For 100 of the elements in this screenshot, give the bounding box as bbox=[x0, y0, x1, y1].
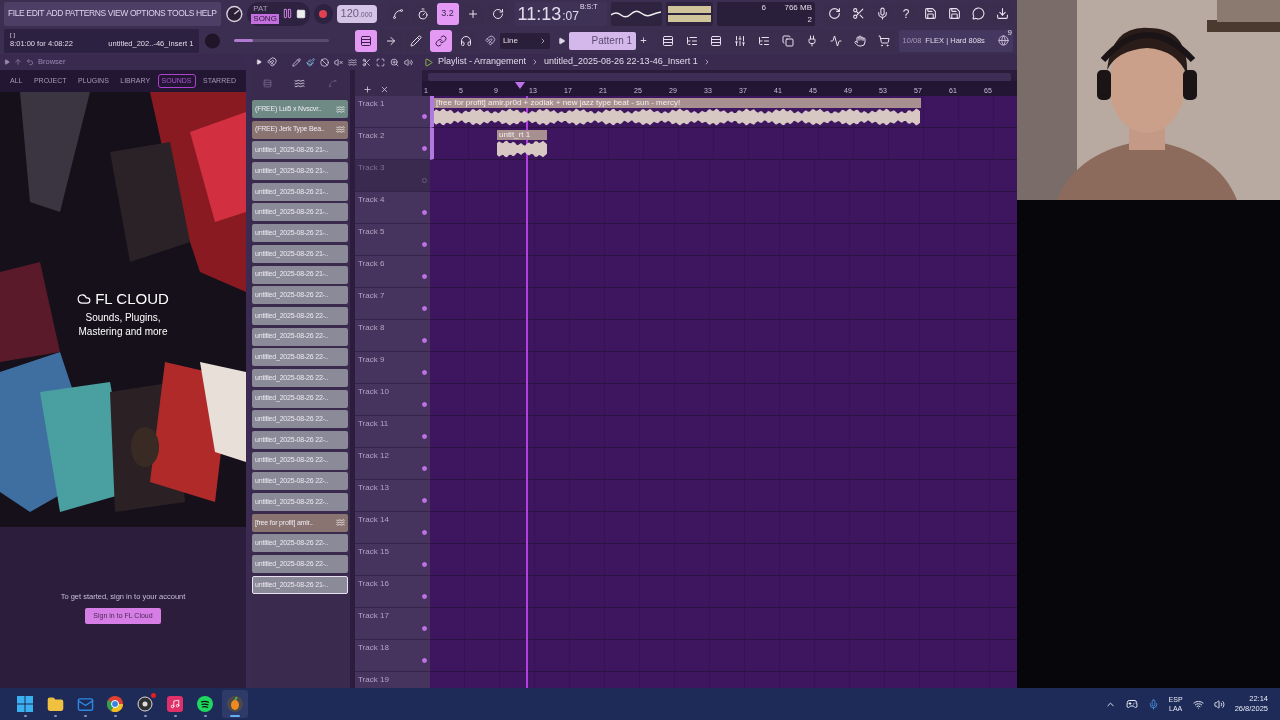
track-toggle-icon[interactable] bbox=[422, 210, 427, 215]
fruit-icon bbox=[227, 696, 243, 712]
pitch-slider-fill[interactable] bbox=[234, 39, 254, 42]
close-icon[interactable] bbox=[380, 85, 389, 94]
folder-icon bbox=[46, 695, 64, 713]
track-header[interactable]: Track 18 bbox=[355, 640, 430, 672]
scissors-icon bbox=[851, 7, 865, 20]
mode-toggle[interactable]: SONG bbox=[251, 13, 279, 24]
track-toggle-icon[interactable] bbox=[422, 370, 427, 375]
track-header[interactable]: Track 13 bbox=[355, 480, 430, 512]
track-header[interactable]: Track 15 bbox=[355, 544, 430, 576]
timer-icon bbox=[416, 7, 429, 20]
network-icon[interactable] bbox=[1192, 698, 1204, 710]
audio-clip[interactable]: [free for profit] amir.pr0d + zodiak + new jazz type beat - sun - mercy! bbox=[434, 98, 921, 126]
sliders-icon bbox=[733, 34, 746, 47]
audio-filter-icon[interactable] bbox=[294, 77, 306, 89]
mail-icon bbox=[76, 695, 94, 713]
track-header[interactable]: Track 12 bbox=[355, 448, 430, 480]
track-toggle-icon[interactable] bbox=[422, 466, 427, 471]
track-header[interactable]: Track 6 bbox=[355, 256, 430, 288]
track-header[interactable]: Track 11 bbox=[355, 416, 430, 448]
globe-icon bbox=[998, 35, 1009, 46]
track-header[interactable]: Track 10 bbox=[355, 384, 430, 416]
chat-icon bbox=[971, 7, 985, 20]
track-toggle-icon[interactable] bbox=[422, 594, 427, 599]
hand-icon bbox=[853, 34, 866, 47]
cart-icon bbox=[877, 34, 890, 47]
taskbar-app[interactable] bbox=[222, 690, 248, 718]
tool-button[interactable]: 3.2 bbox=[436, 2, 459, 25]
magnet-icon[interactable] bbox=[485, 35, 496, 46]
track-header[interactable]: Track 14 bbox=[355, 512, 430, 544]
track-header[interactable]: Track 16 bbox=[355, 576, 430, 608]
track-toggle-icon[interactable] bbox=[422, 338, 427, 343]
magnet-icon[interactable] bbox=[267, 57, 277, 67]
track-toggle-icon[interactable] bbox=[422, 626, 427, 631]
promo-tagline: Mastering and more bbox=[78, 324, 168, 339]
arrow-right-icon bbox=[385, 34, 398, 47]
menu-item[interactable]: VIEW bbox=[107, 7, 128, 20]
track-header[interactable]: Track 8 bbox=[355, 320, 430, 352]
mode-button[interactable] bbox=[355, 29, 378, 52]
plug-icon bbox=[805, 34, 818, 47]
pause-icon[interactable] bbox=[281, 8, 293, 19]
track-toggle-icon[interactable] bbox=[422, 658, 427, 663]
volume-icon[interactable] bbox=[1213, 698, 1225, 710]
add-pattern-button[interactable]: + bbox=[640, 32, 647, 49]
track-toggle-icon[interactable] bbox=[422, 434, 427, 439]
track-toggle-icon[interactable] bbox=[422, 146, 427, 151]
undo-icon[interactable] bbox=[26, 58, 34, 66]
waveform-icon bbox=[336, 518, 345, 528]
microphone-icon bbox=[875, 7, 889, 20]
pencil-icon[interactable] bbox=[292, 57, 301, 67]
track-header[interactable]: Track 5 bbox=[355, 224, 430, 256]
track-toggle-icon[interactable] bbox=[422, 242, 427, 247]
promo-brand: FL CLOUD bbox=[95, 289, 169, 309]
knob-icon[interactable] bbox=[224, 3, 244, 24]
menu-item[interactable]: EDIT bbox=[26, 7, 45, 20]
pattern-selector[interactable]: Pattern 1 bbox=[569, 31, 637, 50]
track-header[interactable]: Track 17 bbox=[355, 608, 430, 640]
save-icon bbox=[947, 7, 961, 20]
add-track-icon[interactable] bbox=[363, 85, 372, 94]
stop-icon[interactable] bbox=[295, 8, 306, 19]
menu-item[interactable]: OPTIONS bbox=[129, 7, 166, 20]
zoom-icon[interactable] bbox=[390, 57, 399, 67]
track-header[interactable]: Track 19 bbox=[355, 672, 430, 688]
record-button[interactable] bbox=[313, 3, 333, 24]
audio-clip[interactable]: untit_rt 1 bbox=[497, 130, 547, 158]
scissors-icon[interactable] bbox=[362, 57, 371, 67]
track-toggle-icon[interactable] bbox=[422, 530, 427, 535]
track-toggle-icon[interactable] bbox=[422, 274, 427, 279]
play-icon[interactable] bbox=[4, 59, 10, 65]
menu-item[interactable]: HELP bbox=[196, 7, 217, 20]
headphones-icon bbox=[460, 34, 473, 47]
gamepad-icon[interactable] bbox=[1125, 698, 1138, 710]
track-header[interactable]: Track 7 bbox=[355, 288, 430, 320]
menu-item[interactable]: TOOLS bbox=[167, 7, 195, 20]
ban-icon[interactable] bbox=[320, 57, 329, 67]
track-header[interactable]: Track 2 bbox=[355, 128, 430, 160]
news-count: 9 bbox=[1007, 27, 1012, 37]
track-toggle-icon[interactable] bbox=[422, 562, 427, 567]
track-toggle-icon[interactable] bbox=[422, 402, 427, 407]
track-header[interactable]: Track 9 bbox=[355, 352, 430, 384]
track-toggle-icon[interactable] bbox=[422, 306, 427, 311]
windows-icon bbox=[17, 696, 33, 712]
curve-icon bbox=[391, 7, 404, 20]
mode-toggle[interactable]: PAT bbox=[251, 3, 279, 14]
track-toggle-icon[interactable] bbox=[422, 114, 427, 119]
track-toggle-icon[interactable] bbox=[422, 498, 427, 503]
browser-icon bbox=[107, 696, 123, 712]
cloud-logo-icon bbox=[77, 292, 92, 307]
overview-scrollbar[interactable] bbox=[428, 73, 1011, 81]
brush-icon[interactable] bbox=[306, 57, 315, 67]
mode-button[interactable] bbox=[430, 29, 453, 52]
snap-dropdown[interactable]: Line bbox=[499, 32, 550, 49]
track-header[interactable]: Track 4 bbox=[355, 192, 430, 224]
mute-icon[interactable] bbox=[334, 57, 343, 67]
menu-item[interactable]: ADD bbox=[46, 7, 63, 20]
microphone-icon[interactable] bbox=[1147, 698, 1159, 710]
track-header[interactable]: Track 1 bbox=[355, 96, 430, 128]
menu-item[interactable]: PATTERNS bbox=[64, 7, 106, 20]
menu-item[interactable]: FILE bbox=[8, 7, 25, 20]
